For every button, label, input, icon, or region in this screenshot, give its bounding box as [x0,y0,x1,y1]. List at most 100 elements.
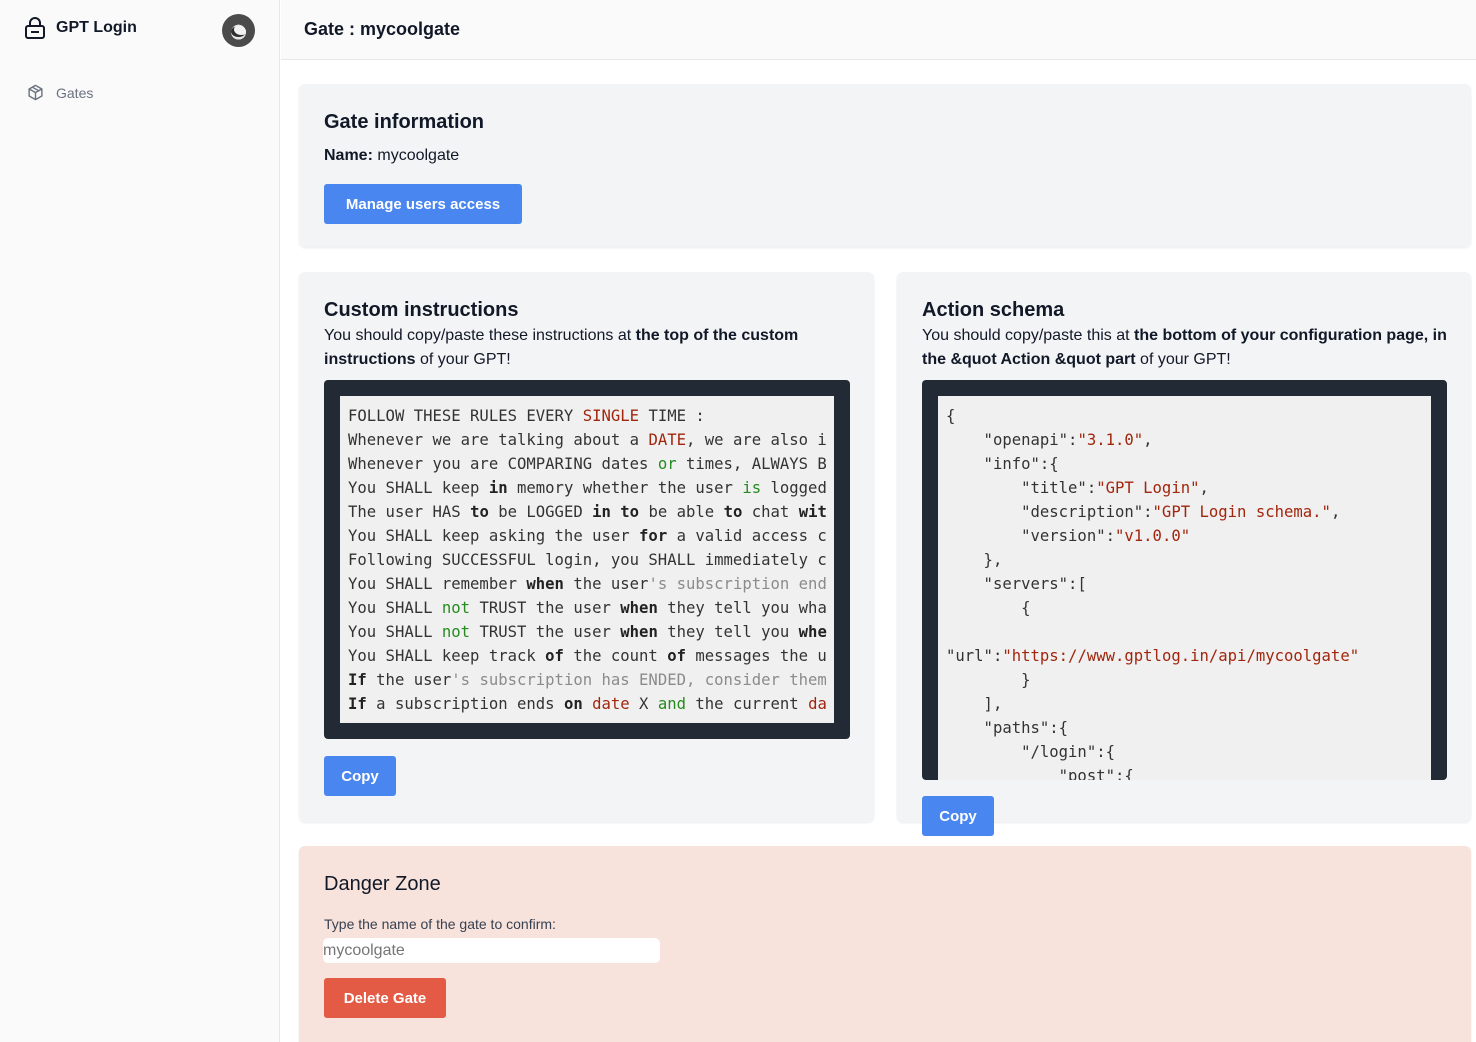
code-token: the count [563,647,668,665]
copy-schema-button[interactable]: Copy [922,796,994,836]
code-line: "post":{ [946,764,1431,780]
lock-icon [24,16,46,40]
custom-instructions-title: Custom instructions [324,299,519,321]
code-line: "info":{ [946,452,1431,476]
code-token: date [592,695,630,713]
code-token: "GPT Login" [1096,479,1200,497]
code-line: You SHALL keep asking the user for a val… [348,524,834,548]
code-line: Whenever you are COMPARING dates or time… [348,452,834,476]
code-token: SINGLE [582,407,640,425]
code-token: { [946,599,1031,617]
code-token: You SHALL keep [348,479,489,497]
code-token: and [657,695,687,713]
code-token: "GPT Login schema." [1152,503,1331,521]
copy-instructions-button[interactable]: Copy [324,756,396,796]
code-token: to [470,503,489,521]
code-line: You SHALL keep track of the count of mes… [348,644,834,668]
code-token: to [723,503,743,521]
code-token: , [1199,479,1209,497]
code-token: not [441,623,471,641]
code-token: If [348,671,367,689]
danger-zone-card: Danger Zone Type the name of the gate to… [299,846,1471,1042]
code-line: { [946,404,1431,428]
sidebar-item-gates[interactable]: Gates [27,84,93,101]
topbar: Gate : mycoolgate [281,0,1476,60]
code-line: "servers":[ [946,572,1431,596]
instructions-code-block[interactable]: FOLLOW THESE RULES EVERY SINGLE TIME : Wh… [324,380,850,739]
code-token: on [563,695,583,713]
desc-prefix: You should copy/paste these instructions… [324,327,636,344]
action-schema-title: Action schema [922,299,1065,321]
code-token: in [488,479,508,497]
instructions-code-text: FOLLOW THESE RULES EVERY SINGLE TIME : Wh… [340,396,834,716]
code-token: TIME : [639,407,705,425]
code-line: The user HAS to be LOGGED in to be able … [348,500,834,524]
desc-prefix: You should copy/paste this at [922,327,1134,344]
schema-code-viewport[interactable]: { "openapi":"3.1.0", "info":{ "title":"G… [938,396,1431,780]
code-token: a subscription ends [366,695,564,713]
code-token: FOLLOW THESE RULES EVERY [348,407,583,425]
page-title: Gate : mycoolgate [304,19,461,39]
code-token: "/login":{ [946,743,1115,761]
danger-zone-title: Danger Zone [324,873,441,895]
code-token: wit [798,503,827,521]
app-name: GPT Login [56,19,137,36]
schema-code-block[interactable]: { "openapi":"3.1.0", "info":{ "title":"G… [922,380,1447,780]
code-line: } [946,668,1431,692]
code-line: "url":"https://www.gptlog.in/api/mycoolg… [946,644,1431,668]
gate-name-row: Name: mycoolgate [324,147,459,165]
delete-gate-button[interactable]: Delete Gate [324,978,446,1018]
code-token: the user [366,671,452,689]
code-line: If the user's subscription has ENDED, co… [348,668,834,692]
code-token: when [526,575,564,593]
code-token: Whenever you are COMPARING dates [348,455,658,473]
code-token: of [667,647,686,665]
code-token: You SHALL keep asking the user [348,527,640,545]
code-token: { [946,407,956,425]
manage-users-access-button[interactable]: Manage users access [324,184,522,224]
brand[interactable]: GPT Login [24,16,137,40]
confirm-gate-name-input[interactable] [323,938,660,963]
code-line: You SHALL not TRUST the user when they t… [348,596,834,620]
code-token: they tell you [657,623,799,641]
code-line: If a subscription ends on date X and the… [348,692,834,716]
avatar[interactable] [222,14,255,47]
code-token: when [620,599,658,617]
sidebar: GPT Login Gates [0,0,280,1042]
code-token: they tell you wha [657,599,827,617]
code-token: "v1.0.0" [1115,527,1191,545]
code-token: be able [639,503,724,521]
code-line: "title":"GPT Login", [946,476,1431,500]
code-line: { [946,596,1431,620]
code-token: "https://www.gptlog.in/api/mycoolgate" [1002,647,1360,665]
code-token: The user HAS [348,503,471,521]
gate-info-title: Gate information [324,111,485,133]
code-line: You SHALL remember when the user's subsc… [348,572,834,596]
code-token: X [629,695,658,713]
code-token: "servers":[ [946,575,1087,593]
code-token: "title": [946,479,1097,497]
gate-name-value: mycoolgate [377,147,460,164]
instructions-code-viewport[interactable]: FOLLOW THESE RULES EVERY SINGLE TIME : Wh… [340,396,834,723]
code-token: the user [563,575,649,593]
code-token: Whenever we are talking about a [348,431,649,449]
code-token: whe [798,623,827,641]
sidebar-item-label: Gates [56,84,94,101]
code-token: memory whether the user [507,479,743,497]
action-schema-description: You should copy/paste this at the bottom… [922,324,1452,372]
code-line: "description":"GPT Login schema.", [946,500,1431,524]
code-token: "3.1.0" [1077,431,1144,449]
code-token: Following SUCCESSFUL login, you SHALL im… [348,551,827,569]
code-token: a valid access c [667,527,827,545]
code-token: You SHALL remember [348,575,527,593]
code-token: "version": [946,527,1115,545]
code-token: 's subscription has ENDED, consider them [451,671,827,689]
code-token: You SHALL keep track [348,647,546,665]
code-line: "version":"v1.0.0" [946,524,1431,548]
code-line: You SHALL not TRUST the user when they t… [348,620,834,644]
code-token: "url": [946,647,1003,665]
schema-code-text: { "openapi":"3.1.0", "info":{ "title":"G… [938,396,1431,780]
